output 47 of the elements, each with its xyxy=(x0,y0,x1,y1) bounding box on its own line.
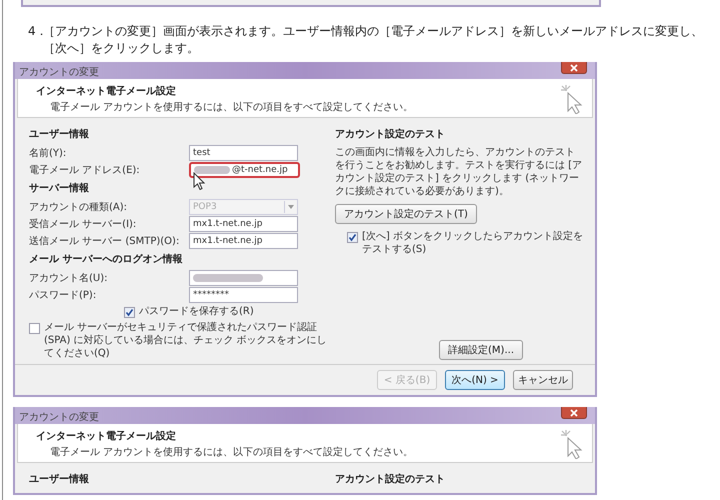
checkbox-label: [次へ] ボタンをクリックしたらアカウント設定をテストする(S) xyxy=(362,230,584,256)
dialog-button[interactable]: キャンセル xyxy=(513,370,573,390)
window-title: アカウントの変更 xyxy=(18,410,100,424)
checkbox[interactable] xyxy=(29,323,40,334)
header-title: インターネット電子メール設定 xyxy=(36,429,177,443)
input-field[interactable]: mx1.t-net.ne.jp xyxy=(189,216,298,232)
close-icon xyxy=(570,408,578,416)
section-heading: ユーザー情報 xyxy=(29,128,90,141)
mouse-pointer-icon xyxy=(193,172,205,190)
blurred-text xyxy=(194,166,230,174)
close-button[interactable] xyxy=(561,407,587,419)
step-text: ［アカウントの変更］画面が表示されます。ユーザー情報内の［電子メールアドレス］を新しいメールアドレスに変更し、［次へ］をクリックします。 xyxy=(43,23,704,57)
input-field[interactable] xyxy=(189,270,298,286)
cursor-sparkle-icon xyxy=(560,429,584,459)
input-field[interactable]: mx1.t-net.ne.jp xyxy=(189,232,298,248)
cursor-sparkle-icon xyxy=(560,84,584,114)
close-icon xyxy=(570,64,578,72)
section-heading: サーバー情報 xyxy=(29,182,90,195)
input-field[interactable]: ******** xyxy=(189,286,298,302)
description-text: この画面内に情報を入力したら、アカウントのテストを行うことをお勧めします。テストを実行するには [アカウント設定のテスト] をクリックします (ネットワークに接続されている必要があります)。 xyxy=(335,146,583,198)
section-heading: アカウント設定のテスト xyxy=(335,127,445,141)
field-label: 電子メール アドレス(E): xyxy=(29,164,141,176)
test-button[interactable]: アカウント設定のテスト(T) xyxy=(335,204,477,224)
advanced-settings-button[interactable]: 詳細設定(M)... xyxy=(439,340,523,360)
field-label: 名前(Y): xyxy=(29,146,68,160)
window-title: アカウントの変更 xyxy=(18,66,100,79)
field-label: アカウントの種類(A): xyxy=(29,200,128,214)
checkbox[interactable] xyxy=(124,307,135,318)
header-title: インターネット電子メール設定 xyxy=(36,84,177,98)
section-heading: メール サーバーへのログオン情報 xyxy=(29,252,184,266)
close-button[interactable] xyxy=(561,62,587,74)
field-label: アカウント名(U): xyxy=(29,272,108,284)
step-number: 4． xyxy=(28,23,43,40)
section-heading: ユーザー情報 xyxy=(29,472,90,486)
field-label: パスワード(P): xyxy=(29,288,98,302)
section-heading: アカウント設定のテスト xyxy=(335,472,445,486)
header-subtitle: 電子メール アカウントを使用するには、以下の項目をすべて設定してください。 xyxy=(49,446,414,459)
blurred-text xyxy=(193,274,263,282)
dropdown-caret-icon xyxy=(284,200,297,212)
field-label: 受信メール サーバー(I): xyxy=(29,218,138,230)
checkbox[interactable] xyxy=(347,232,358,243)
checkbox-label: メール サーバーがセキュリティで保護されたパスワード認証 (SPA) に対応している場合には、チェック ボックスをオンにしてください(Q) xyxy=(44,321,328,360)
dialog-button[interactable]: 次へ(N) > xyxy=(445,370,505,390)
input-field[interactable]: test xyxy=(189,144,298,160)
checkbox-label: パスワードを保存する(R) xyxy=(139,305,254,318)
field-label: 送信メール サーバー (SMTP)(O): xyxy=(29,234,180,248)
header-subtitle: 電子メール アカウントを使用するには、以下の項目をすべて設定してください。 xyxy=(49,100,414,114)
